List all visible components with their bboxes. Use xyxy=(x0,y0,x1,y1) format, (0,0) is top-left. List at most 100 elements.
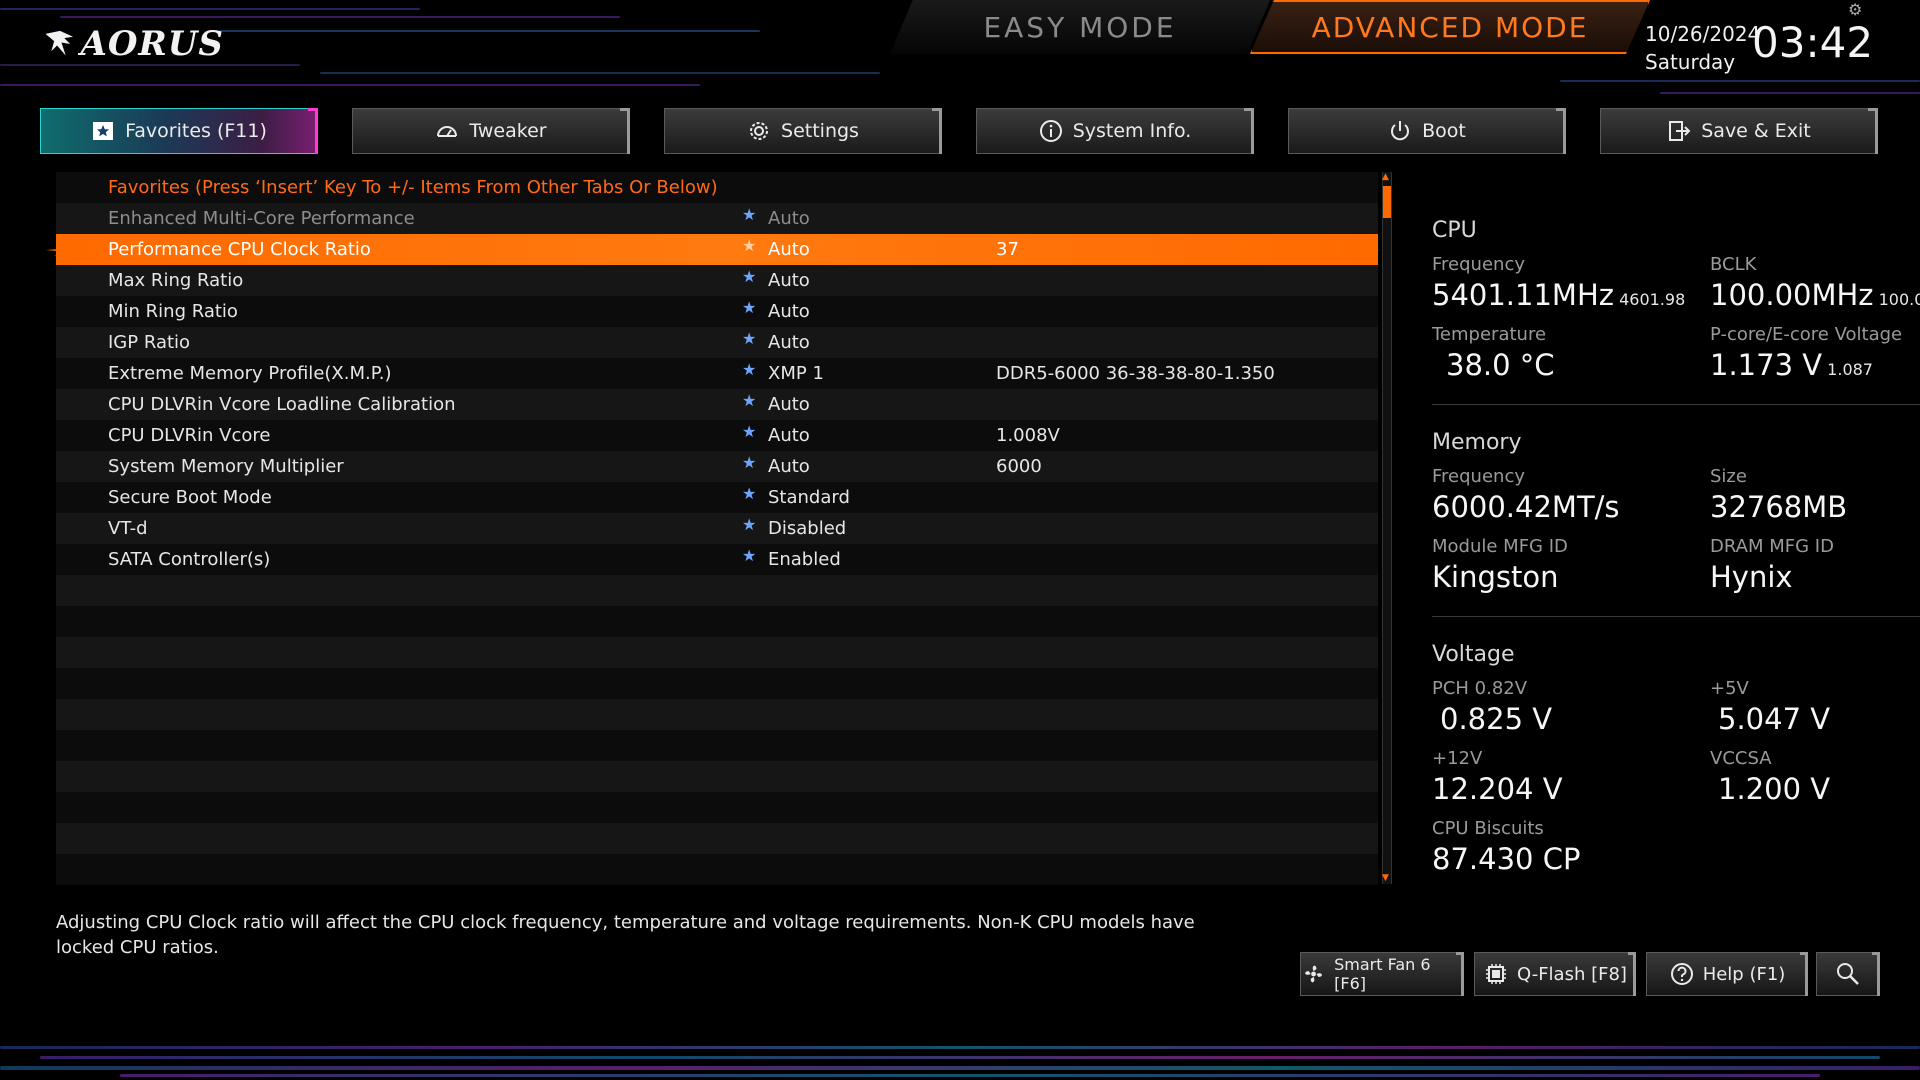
favorite-star-icon[interactable]: ★ xyxy=(742,205,756,224)
setting-name: CPU DLVRin Vcore xyxy=(108,425,271,446)
tab-label: Tweaker xyxy=(469,120,547,142)
tab-label: System Info. xyxy=(1072,120,1192,142)
favorite-star-icon[interactable]: ★ xyxy=(742,236,756,255)
cpu-frequency-label: Frequency xyxy=(1432,254,1525,275)
vccsa-value: 1.200 V xyxy=(1718,772,1831,806)
favorites-star-icon xyxy=(93,122,114,140)
setting-value[interactable]: Auto xyxy=(768,425,810,446)
list-item[interactable]: System Memory Multiplier ★ Auto 6000 xyxy=(56,451,1378,482)
bclk-value: 100.00MHz xyxy=(1710,278,1874,312)
temperature-label: Temperature xyxy=(1432,324,1547,345)
search-button[interactable] xyxy=(1816,952,1880,996)
memory-divider xyxy=(1432,616,1920,617)
scrollbar-thumb[interactable] xyxy=(1383,186,1391,218)
module-mfg-value: Kingston xyxy=(1432,560,1559,594)
dram-mfg-label: DRAM MFG ID xyxy=(1710,536,1834,557)
qflash-button[interactable]: Q-Flash [F8] xyxy=(1474,952,1636,996)
empty-row xyxy=(56,575,1378,606)
speedometer-icon xyxy=(437,126,458,137)
favorite-star-icon[interactable]: ★ xyxy=(742,360,756,379)
list-item[interactable]: IGP Ratio ★ Auto xyxy=(56,327,1378,358)
selection-flare-left xyxy=(46,240,86,258)
setting-value[interactable]: XMP 1 xyxy=(768,363,824,384)
help-button[interactable]: Help (F1) xyxy=(1646,952,1808,996)
favorite-star-icon[interactable]: ★ xyxy=(742,391,756,410)
empty-row xyxy=(56,730,1378,761)
setting-value[interactable]: Standard xyxy=(768,487,850,508)
setting-value[interactable]: Auto xyxy=(768,208,810,229)
favorite-star-icon[interactable]: ★ xyxy=(742,422,756,441)
bclk: 100.00MHz 100.00 xyxy=(1710,278,1920,312)
setting-value[interactable]: Auto xyxy=(768,456,810,477)
date-display: 10/26/2024 Saturday xyxy=(1645,20,1760,76)
smart-fan-label: Smart Fan 6 [F6] xyxy=(1334,955,1431,993)
list-item[interactable]: CPU DLVRin Vcore Loadline Calibration ★ … xyxy=(56,389,1378,420)
setting-value[interactable]: Auto xyxy=(768,394,810,415)
setting-name: Enhanced Multi-Core Performance xyxy=(108,208,415,229)
tab-label: Boot xyxy=(1422,120,1466,142)
favorite-star-icon[interactable]: ★ xyxy=(742,298,756,317)
gear-icon xyxy=(750,122,769,140)
p12v-value: 12.204 V xyxy=(1432,772,1563,806)
logo-text: AORUS xyxy=(80,24,224,64)
list-item[interactable]: VT-d ★ Disabled xyxy=(56,513,1378,544)
setting-name: CPU DLVRin Vcore Loadline Calibration xyxy=(108,394,456,415)
memory-frequency-label: Frequency xyxy=(1432,466,1525,487)
scroll-up-arrow-icon[interactable]: ▲ xyxy=(1382,172,1389,182)
exit-icon xyxy=(1669,121,1691,141)
cpu-frequency-sub: 4601.98 xyxy=(1619,290,1686,309)
help-icon xyxy=(1670,963,1693,985)
setting-value[interactable]: Enabled xyxy=(768,549,841,570)
list-item[interactable]: Max Ring Ratio ★ Auto xyxy=(56,265,1378,296)
setting-current: 6000 xyxy=(996,456,1042,477)
list-scrollbar[interactable] xyxy=(1382,172,1392,884)
setting-value[interactable]: Disabled xyxy=(768,518,846,539)
favorite-star-icon[interactable]: ★ xyxy=(742,515,756,534)
tab-save-exit[interactable]: Save & Exit xyxy=(1600,108,1878,154)
module-mfg-label: Module MFG ID xyxy=(1432,536,1568,557)
favorite-star-icon[interactable]: ★ xyxy=(742,453,756,472)
setting-name: VT-d xyxy=(108,518,148,539)
cpu-biscuits-value: 87.430 CP xyxy=(1432,842,1581,876)
setting-value[interactable]: Auto xyxy=(768,301,810,322)
time-display: 03:42 xyxy=(1752,18,1874,67)
cpu-biscuits-label: CPU Biscuits xyxy=(1432,818,1544,839)
list-item-selected[interactable]: Performance CPU Clock Ratio ★ Auto 37 xyxy=(56,234,1378,265)
tab-favorites[interactable]: Favorites (F11) xyxy=(40,108,318,154)
tab-tweaker[interactable]: Tweaker xyxy=(352,108,630,154)
search-icon xyxy=(1837,963,1859,985)
memory-section-title: Memory xyxy=(1432,430,1522,455)
list-item[interactable]: SATA Controller(s) ★ Enabled xyxy=(56,544,1378,575)
setting-name: Min Ring Ratio xyxy=(108,301,238,322)
tab-system-info[interactable]: System Info. xyxy=(976,108,1254,154)
help-label: Help (F1) xyxy=(1702,963,1786,985)
tab-settings[interactable]: Settings xyxy=(664,108,942,154)
favorite-star-icon[interactable]: ★ xyxy=(742,484,756,503)
pch-value: 0.825 V xyxy=(1440,702,1553,736)
favorite-star-icon[interactable]: ★ xyxy=(742,546,756,565)
advanced-mode-button[interactable]: ADVANCED MODE xyxy=(1250,0,1650,54)
favorite-star-icon[interactable]: ★ xyxy=(742,329,756,348)
list-item[interactable]: Extreme Memory Profile(X.M.P.) ★ XMP 1 D… xyxy=(56,358,1378,389)
setting-value[interactable]: Auto xyxy=(768,239,810,260)
favorites-header-text: Favorites (Press ‘Insert’ Key To +/- Ite… xyxy=(108,177,718,198)
list-item[interactable]: Secure Boot Mode ★ Standard xyxy=(56,482,1378,513)
easy-mode-button[interactable]: EASY MODE xyxy=(890,0,1270,54)
list-item[interactable]: Min Ring Ratio ★ Auto xyxy=(56,296,1378,327)
setting-name: System Memory Multiplier xyxy=(108,456,344,477)
settings-gear-icon[interactable]: ⚙ xyxy=(1848,0,1862,19)
cpu-voltage: 1.173 V 1.087 xyxy=(1710,348,1873,382)
tab-label: Settings xyxy=(781,120,859,142)
tab-boot[interactable]: Boot xyxy=(1288,108,1566,154)
setting-value[interactable]: Auto xyxy=(768,332,810,353)
setting-name: SATA Controller(s) xyxy=(108,549,271,570)
smart-fan-button[interactable]: Smart Fan 6 [F6] xyxy=(1300,952,1464,996)
favorite-star-icon[interactable]: ★ xyxy=(742,267,756,286)
cpu-frequency: 5401.11MHz 4601.98 xyxy=(1432,278,1685,312)
temperature-value: 38.0 °C xyxy=(1446,348,1555,382)
scroll-down-arrow-icon[interactable]: ▼ xyxy=(1382,873,1389,883)
setting-name: Secure Boot Mode xyxy=(108,487,272,508)
list-item[interactable]: CPU DLVRin Vcore ★ Auto 1.008V xyxy=(56,420,1378,451)
setting-value[interactable]: Auto xyxy=(768,270,810,291)
list-item[interactable]: Enhanced Multi-Core Performance ★ Auto xyxy=(56,203,1378,234)
